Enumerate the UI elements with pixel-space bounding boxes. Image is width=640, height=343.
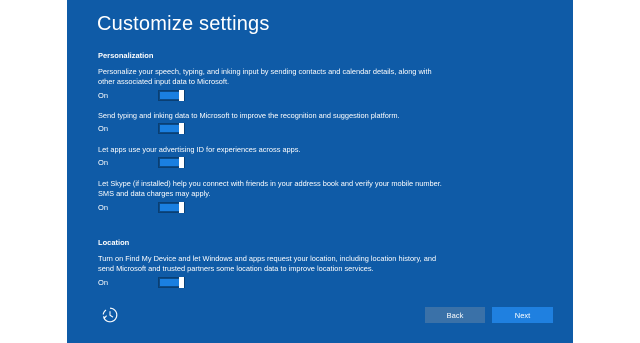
toggle-knob bbox=[179, 202, 184, 213]
next-button[interactable]: Next bbox=[492, 307, 553, 323]
skype-setting: On bbox=[98, 202, 218, 214]
location-description: Turn on Find My Device and let Windows a… bbox=[98, 254, 437, 274]
location-heading: Location bbox=[98, 238, 130, 247]
skype-description: Let Skype (if installed) help you connec… bbox=[98, 179, 442, 199]
toggle-state-label: On bbox=[98, 158, 109, 167]
setup-panel: Customize settings Personalization Perso… bbox=[67, 0, 573, 343]
toggle-knob bbox=[179, 157, 184, 168]
speech-typing-setting: On bbox=[98, 90, 218, 102]
page-title: Customize settings bbox=[97, 13, 270, 35]
speech-typing-toggle[interactable] bbox=[158, 90, 185, 101]
personalization-heading: Personalization bbox=[98, 51, 154, 60]
ease-of-access-glyph bbox=[102, 307, 118, 323]
toggle-knob bbox=[179, 123, 184, 134]
screen: Customize settings Personalization Perso… bbox=[0, 0, 640, 343]
toggle-knob bbox=[179, 277, 184, 288]
inking-data-setting: On bbox=[98, 123, 218, 135]
advertising-id-setting: On bbox=[98, 157, 218, 169]
advertising-id-toggle[interactable] bbox=[158, 157, 185, 168]
back-button[interactable]: Back bbox=[425, 307, 485, 323]
location-setting: On bbox=[98, 277, 218, 289]
toggle-state-label: On bbox=[98, 203, 109, 212]
toggle-state-label: On bbox=[98, 278, 109, 287]
toggle-state-label: On bbox=[98, 91, 109, 100]
toggle-knob bbox=[179, 90, 184, 101]
toggle-state-label: On bbox=[98, 124, 109, 133]
skype-toggle[interactable] bbox=[158, 202, 185, 213]
inking-data-toggle[interactable] bbox=[158, 123, 185, 134]
location-toggle[interactable] bbox=[158, 277, 185, 288]
advertising-id-description: Let apps use your advertising ID for exp… bbox=[98, 145, 301, 154]
ease-of-access-icon[interactable] bbox=[101, 306, 119, 324]
speech-typing-description: Personalize your speech, typing, and ink… bbox=[98, 67, 432, 87]
inking-data-description: Send typing and inking data to Microsoft… bbox=[98, 111, 400, 120]
